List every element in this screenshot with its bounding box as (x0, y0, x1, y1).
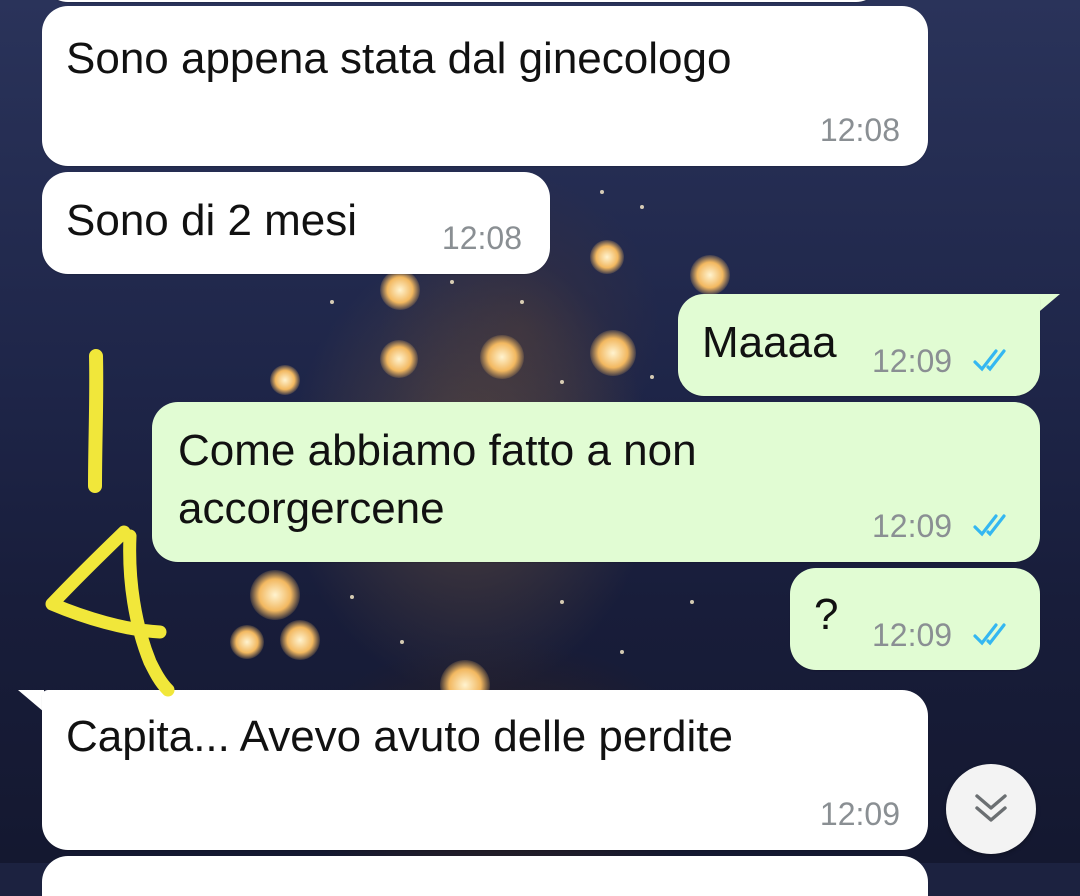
handwritten-annotation-14 (45, 349, 175, 697)
